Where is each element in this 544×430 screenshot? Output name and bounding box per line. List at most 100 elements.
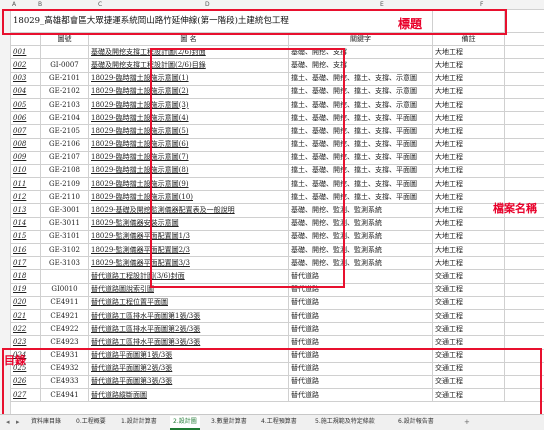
note-cell[interactable]: 大地工程 [432, 71, 505, 86]
drawing-code[interactable]: GE-2107 [40, 150, 89, 165]
cell[interactable] [504, 295, 544, 310]
cell[interactable] [504, 84, 544, 99]
cell[interactable] [504, 137, 544, 152]
note-cell[interactable]: 大地工程 [432, 163, 505, 179]
sheet-tab[interactable]: 0.工程概要 [73, 416, 109, 428]
row-number[interactable]: 006 [10, 111, 41, 126]
cell[interactable] [504, 31, 544, 47]
row-number[interactable]: 017 [10, 256, 41, 271]
row-number[interactable]: 012 [10, 190, 41, 205]
row-number[interactable]: 007 [10, 124, 41, 139]
drawing-code[interactable]: GE-2110 [40, 190, 89, 205]
sheet-tab[interactable]: 資料庫目錄 [28, 416, 64, 428]
cell[interactable] [504, 150, 544, 165]
cell[interactable] [504, 177, 544, 192]
sheet-tab[interactable]: 6.設計報告書 [395, 416, 437, 428]
note-cell[interactable]: 大地工程 [432, 242, 505, 258]
cell[interactable] [504, 97, 544, 113]
drawing-name-link[interactable]: 替代道路工區排水平面圖第2張/3張 [88, 322, 289, 337]
drawing-code[interactable] [40, 45, 89, 60]
drawing-code[interactable]: CE4921 [40, 308, 89, 324]
cell[interactable] [504, 308, 544, 324]
add-sheet-icon[interactable]: + [464, 416, 470, 428]
drawing-code[interactable]: GE-2102 [40, 84, 89, 99]
row-number[interactable]: 013 [10, 203, 41, 218]
note-cell[interactable]: 交通工程 [432, 282, 505, 297]
row-number[interactable]: 014 [10, 216, 41, 231]
row-number[interactable]: 002 [10, 58, 41, 73]
drawing-code[interactable] [40, 269, 89, 284]
column-header-c[interactable]: C [98, 1, 102, 8]
column-header-f[interactable]: F [480, 1, 483, 8]
row-number[interactable]: 015 [10, 229, 41, 245]
row-number[interactable]: 008 [10, 137, 41, 152]
drawing-code[interactable]: GE-3103 [40, 256, 89, 271]
cell[interactable] [504, 282, 544, 297]
row-number[interactable]: 019 [10, 282, 41, 297]
cell[interactable] [504, 322, 544, 337]
drawing-code[interactable]: GE-2105 [40, 124, 89, 139]
note-cell[interactable]: 大地工程 [432, 124, 505, 139]
row-number[interactable]: 003 [10, 71, 41, 86]
row-number[interactable]: 016 [10, 242, 41, 258]
tab-prev-icon[interactable]: ◂ [6, 416, 10, 428]
drawing-code[interactable]: GE-2103 [40, 97, 89, 113]
drawing-code[interactable]: GE-3102 [40, 242, 89, 258]
cell[interactable] [504, 58, 544, 73]
cell[interactable] [504, 269, 544, 284]
keyword-cell[interactable]: 替代道路 [288, 308, 433, 324]
drawing-code[interactable]: GE-3001 [40, 203, 89, 218]
cell[interactable] [504, 216, 544, 231]
note-cell[interactable]: 大地工程 [432, 256, 505, 271]
row-number[interactable]: 009 [10, 150, 41, 165]
drawing-code[interactable]: GE-2101 [40, 71, 89, 86]
row-number[interactable]: 004 [10, 84, 41, 99]
cell[interactable] [504, 124, 544, 139]
drawing-code[interactable]: GI-0007 [40, 58, 89, 73]
note-cell[interactable]: 大地工程 [432, 229, 505, 245]
row-number[interactable]: 010 [10, 163, 41, 179]
drawing-code[interactable]: GE-2104 [40, 111, 89, 126]
row-number[interactable]: 011 [10, 177, 41, 192]
column-header-b[interactable]: B [38, 1, 42, 8]
note-cell[interactable]: 大地工程 [432, 216, 505, 231]
drawing-code[interactable]: CE4922 [40, 322, 89, 337]
keyword-cell[interactable]: 替代道路 [288, 322, 433, 337]
row-number[interactable]: 021 [10, 308, 41, 324]
note-cell[interactable]: 大地工程 [432, 137, 505, 152]
row-number[interactable]: 001 [10, 45, 41, 60]
sheet-tab[interactable]: 2.設計圖 [170, 416, 200, 430]
row-number[interactable]: 018 [10, 269, 41, 284]
column-header-a[interactable]: A [12, 1, 16, 8]
drawing-name-link[interactable]: 替代道路工區排水平面圖第1張/3張 [88, 308, 289, 324]
cell[interactable] [504, 163, 544, 179]
note-cell[interactable]: 交通工程 [432, 322, 505, 337]
column-header-d[interactable]: D [205, 1, 210, 8]
cell[interactable] [504, 9, 544, 33]
column-header-e[interactable]: E [380, 1, 384, 8]
drawing-code[interactable]: CE4911 [40, 295, 89, 310]
sheet-tab[interactable]: 3.數量計算書 [208, 416, 250, 428]
cell[interactable] [504, 45, 544, 60]
drawing-name-link[interactable]: 替代道路工程位置平面圖 [88, 295, 289, 310]
sheet-tab[interactable]: 5.施工規範及特定條款 [312, 416, 378, 428]
row-number[interactable]: 020 [10, 295, 41, 310]
cell[interactable] [504, 242, 544, 258]
drawing-code[interactable]: GE-3011 [40, 216, 89, 231]
cell[interactable] [504, 111, 544, 126]
row-number[interactable]: 022 [10, 322, 41, 337]
note-cell[interactable]: 大地工程 [432, 84, 505, 99]
note-cell[interactable]: 大地工程 [432, 111, 505, 126]
keyword-cell[interactable]: 替代道路 [288, 295, 433, 310]
cell[interactable] [504, 229, 544, 245]
drawing-code[interactable]: GE-2106 [40, 137, 89, 152]
note-cell[interactable]: 大地工程 [432, 177, 505, 192]
note-cell[interactable]: 交通工程 [432, 295, 505, 310]
drawing-code[interactable]: GI0010 [40, 282, 89, 297]
note-cell[interactable]: 大地工程 [432, 45, 505, 60]
note-cell[interactable]: 大地工程 [432, 58, 505, 73]
cell[interactable] [504, 256, 544, 271]
note-cell[interactable]: 大地工程 [432, 97, 505, 113]
note-cell[interactable]: 交通工程 [432, 269, 505, 284]
note-cell[interactable]: 交通工程 [432, 308, 505, 324]
